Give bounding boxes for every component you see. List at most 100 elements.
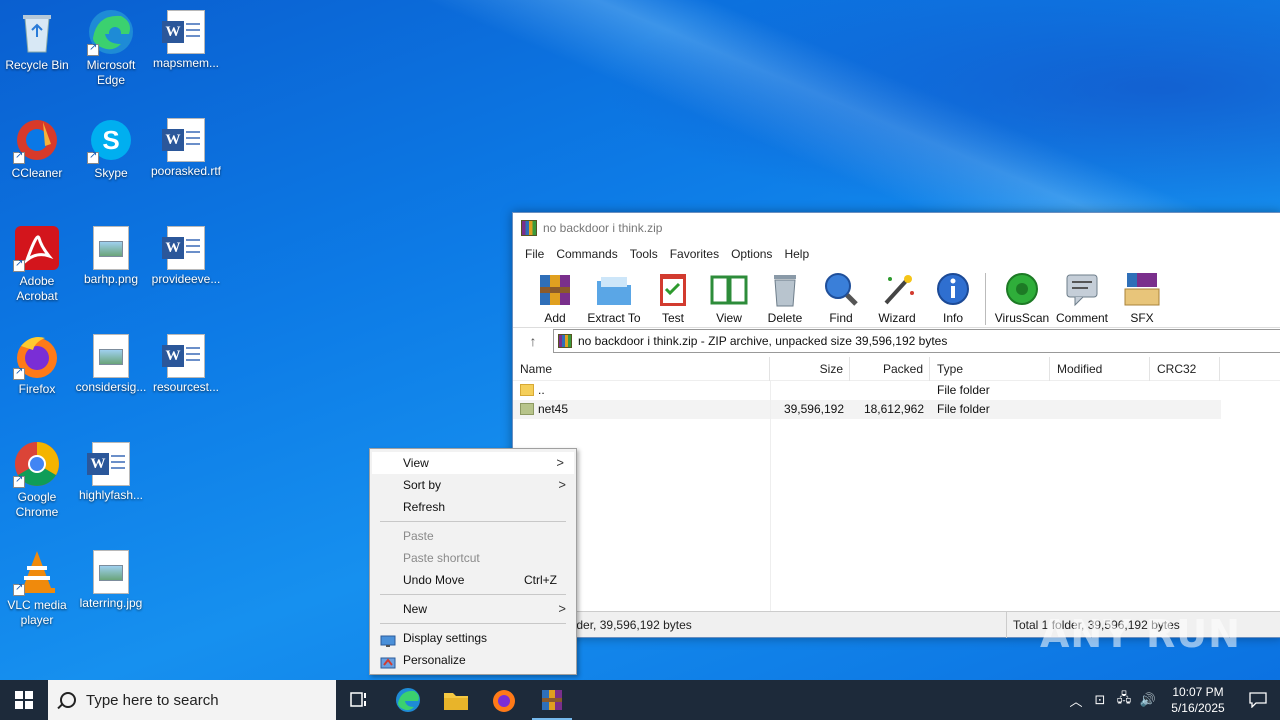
toolbar-label: Add: [544, 311, 566, 325]
desktop-icon-laterring[interactable]: laterring.jpg: [74, 548, 148, 611]
file-packed: 18,612,962: [863, 402, 924, 416]
folder-extract-icon: [595, 271, 633, 307]
menu-item-paste[interactable]: Paste: [370, 525, 576, 547]
desktop-icon-ccleaner[interactable]: CCleaner: [0, 116, 74, 181]
column-crc32[interactable]: CRC32: [1150, 357, 1220, 381]
menu-tools[interactable]: Tools: [624, 247, 664, 261]
watermark: ANY RUN: [1040, 612, 1241, 656]
toolbar: Add Extract To Test View Delete Find Wiz…: [513, 265, 1280, 327]
desktop-icon-barhp[interactable]: barhp.png: [74, 224, 148, 287]
menu-item-personalize[interactable]: Personalize: [370, 649, 576, 671]
desktop-icon-firefox[interactable]: Firefox: [0, 332, 74, 397]
find-button[interactable]: Find: [813, 271, 869, 325]
desktop-icon-resourcest[interactable]: W resourcest...: [149, 332, 223, 395]
taskbar-winrar[interactable]: [528, 680, 576, 720]
file-list-header: Name Size Packed Type Modified CRC32: [513, 357, 1280, 381]
toolbar-label: Wizard: [878, 311, 916, 325]
desktop-icon-adobe-acrobat[interactable]: Adobe Acrobat: [0, 224, 74, 304]
desktop-icon-recycle-bin[interactable]: Recycle Bin: [0, 8, 74, 73]
desktop-icon-considersig[interactable]: considersig...: [74, 332, 148, 395]
column-type[interactable]: Type: [930, 357, 1050, 381]
menu-item-label: Refresh: [403, 500, 446, 514]
window-titlebar[interactable]: no backdoor i think.zip: [513, 213, 1280, 243]
keyboard-shortcut: Ctrl+Z: [524, 573, 557, 587]
column-name[interactable]: Name: [513, 357, 770, 381]
file-size: [770, 381, 850, 400]
column-packed[interactable]: Packed: [850, 357, 930, 381]
sfx-button[interactable]: SFX: [1114, 271, 1170, 325]
desktop-icon-vlc[interactable]: VLC media player: [0, 548, 74, 628]
sfx-box-icon: [1123, 271, 1161, 307]
menu-item-label: Personalize: [403, 653, 466, 667]
menu-item-label: Sort by: [403, 478, 442, 492]
clock[interactable]: 10:07 PM 5/16/2025: [1160, 684, 1236, 716]
desktop-icon-skype[interactable]: S Skype: [74, 116, 148, 181]
menu-item-undo-move[interactable]: Undo Move Ctrl+Z: [370, 569, 576, 591]
image-file-icon: [93, 334, 129, 378]
column-modified[interactable]: Modified: [1050, 357, 1150, 381]
desktop-icon-microsoft-edge[interactable]: Microsoft Edge: [74, 8, 148, 88]
show-hidden-icons-chevron-icon[interactable]: ︿: [1064, 691, 1088, 710]
view-button[interactable]: View: [701, 271, 757, 325]
desktop-icon-label: Microsoft Edge: [86, 58, 136, 87]
toolbar-label: VirusScan: [994, 311, 1050, 325]
desktop-icon-highlyfash[interactable]: W highlyfash...: [74, 440, 148, 503]
menu-options[interactable]: Options: [725, 247, 778, 261]
info-button[interactable]: Info: [925, 271, 981, 325]
volume-icon[interactable]: 🔊: [1136, 692, 1160, 708]
extract-to-button[interactable]: Extract To: [583, 271, 645, 325]
menu-favorites[interactable]: Favorites: [664, 247, 725, 261]
menu-separator: [380, 623, 566, 624]
toolbar-label: Test: [661, 311, 684, 325]
file-row-net45[interactable]: net45 39,596,192 18,612,962 File folder: [513, 400, 1221, 419]
menu-commands[interactable]: Commands: [550, 247, 623, 261]
recycle-bin-icon: [13, 8, 61, 56]
taskbar-edge[interactable]: [384, 680, 432, 720]
file-type: File folder: [937, 383, 990, 397]
desktop-icon-google-chrome[interactable]: Google Chrome: [0, 440, 74, 520]
start-button[interactable]: [0, 680, 48, 720]
book-icon: [710, 271, 748, 307]
network-icon[interactable]: 🖧: [1112, 689, 1136, 711]
file-name: net45: [538, 402, 569, 416]
wizard-button[interactable]: Wizard: [869, 271, 925, 325]
menu-item-sort-by[interactable]: Sort by >: [370, 474, 576, 496]
menu-item-label: Undo Move: [403, 573, 465, 587]
add-button[interactable]: Add: [527, 271, 583, 325]
taskbar-file-explorer[interactable]: [432, 680, 480, 720]
file-row-parent[interactable]: .. File folder: [513, 381, 1280, 400]
task-view-button[interactable]: [336, 680, 384, 720]
desktop-icon-provideeve[interactable]: W provideeve...: [149, 224, 223, 287]
desktop-icon-label: VLC media player: [7, 598, 67, 627]
folder-icon: [444, 693, 468, 710]
vlc-icon: [13, 548, 61, 596]
folder-icon: [520, 384, 534, 396]
up-arrow-icon[interactable]: ↑: [513, 333, 553, 349]
virusscan-button[interactable]: VirusScan: [994, 271, 1050, 325]
taskbar-search-box[interactable]: Type here to search: [48, 680, 336, 720]
menu-file[interactable]: File: [519, 247, 550, 261]
menu-item-display-settings[interactable]: Display settings: [370, 627, 576, 649]
comment-button[interactable]: Comment: [1050, 271, 1114, 325]
menu-item-refresh[interactable]: Refresh: [370, 496, 576, 518]
menu-help[interactable]: Help: [778, 247, 815, 261]
test-button[interactable]: Test: [645, 271, 701, 325]
archive-path-field[interactable]: no backdoor i think.zip - ZIP archive, u…: [553, 328, 1280, 353]
delete-button[interactable]: Delete: [757, 271, 813, 325]
desktop[interactable]: Recycle Bin CCleaner Adobe Acrobat Firef…: [0, 0, 1280, 680]
info-icon: [934, 271, 972, 307]
desktop-icon-mapsmem[interactable]: W mapsmem...: [149, 8, 223, 71]
winrar-window[interactable]: no backdoor i think.zip File Commands To…: [512, 212, 1280, 638]
skype-icon: S: [87, 116, 135, 164]
notifications-button[interactable]: [1236, 692, 1280, 708]
menu-item-view[interactable]: View >: [372, 452, 574, 474]
taskbar-firefox[interactable]: [480, 680, 528, 720]
device-icon[interactable]: ⊡: [1088, 692, 1112, 708]
desktop-icon-poorasked[interactable]: W poorasked.rtf: [149, 116, 223, 179]
column-size[interactable]: Size: [770, 357, 850, 381]
menu-item-label: Display settings: [403, 631, 488, 645]
menu-item-paste-shortcut[interactable]: Paste shortcut: [370, 547, 576, 569]
firefox-icon: [493, 690, 515, 712]
menu-item-new[interactable]: New >: [370, 598, 576, 620]
file-list[interactable]: .. File folder net45 39,596,192 18,612,9…: [513, 381, 1280, 611]
